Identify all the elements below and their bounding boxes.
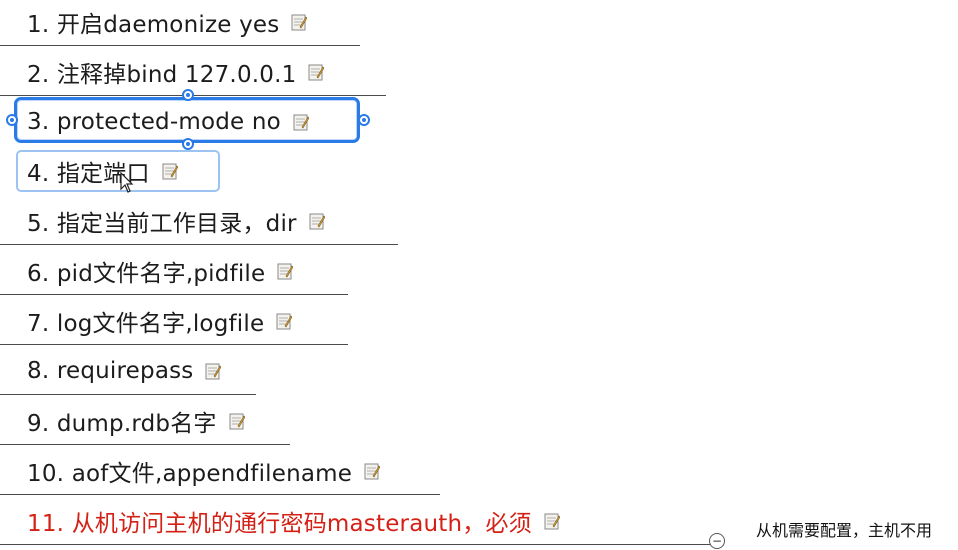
topic-1[interactable]: 1. 开启daemonize yes [0, 0, 360, 46]
note-icon[interactable] [162, 163, 178, 180]
note-icon[interactable] [205, 363, 222, 380]
topic-label: 8. requirepass [27, 358, 194, 384]
note-icon[interactable] [364, 463, 381, 480]
topic-4[interactable]: 4. 指定端口 [0, 147, 220, 195]
topic-label: 11. 从机访问主机的通行密码masterauth，必须 [27, 511, 532, 537]
mouse-pointer-icon [120, 172, 134, 193]
topic-5[interactable]: 5. 指定当前工作目录，dir [0, 197, 398, 245]
topic-10[interactable]: 10. aof文件,appendfilename [0, 447, 440, 495]
note-icon[interactable] [229, 413, 245, 430]
note-icon[interactable] [276, 313, 293, 330]
topic-underline [0, 294, 348, 295]
topic-6[interactable]: 6. pid文件名字,pidfile [0, 247, 348, 295]
topic-3[interactable]: 3. protected-mode no [0, 98, 360, 146]
topic-underline [0, 344, 348, 345]
topic-label: 10. aof文件,appendfilename [27, 461, 353, 487]
topic-label: 1. 开启daemonize yes [27, 12, 280, 38]
subtopic-side-note[interactable]: 从机需要配置，主机不用 [756, 517, 932, 541]
collapse-symbol: − [711, 534, 723, 548]
topic-underline [0, 394, 256, 395]
topic-9[interactable]: 9. dump.rdb名字 [0, 397, 290, 445]
topic-underline [0, 494, 440, 495]
note-icon[interactable] [277, 263, 294, 280]
topic-7[interactable]: 7. log文件名字,logfile [0, 297, 348, 345]
topic-underline [0, 544, 710, 545]
topic-label: 5. 指定当前工作目录，dir [27, 211, 297, 237]
topic-underline [0, 45, 360, 46]
topic-11[interactable]: 11. 从机访问主机的通行密码masterauth，必须 [0, 497, 710, 545]
note-icon[interactable] [544, 513, 560, 530]
topic-2[interactable]: 2. 注释掉bind 127.0.0.1 [0, 48, 386, 96]
topic-underline [0, 244, 398, 245]
topic-label: 9. dump.rdb名字 [27, 411, 217, 437]
note-icon[interactable] [293, 114, 309, 131]
topic-underline [0, 444, 290, 445]
collapse-minus-icon[interactable]: − [709, 533, 725, 549]
note-icon[interactable] [309, 213, 325, 230]
topic-label: 7. log文件名字,logfile [27, 311, 265, 337]
note-icon[interactable] [308, 64, 325, 81]
note-icon[interactable] [291, 14, 308, 31]
mindmap-canvas: 1. 开启daemonize yes 2. 注释掉bind 127.0.0.1 … [0, 0, 958, 550]
topic-label: 6. pid文件名字,pidfile [27, 261, 266, 287]
topic-label: 2. 注释掉bind 127.0.0.1 [27, 62, 297, 88]
topic-8[interactable]: 8. requirepass [0, 347, 256, 395]
topic-label: 3. protected-mode no [27, 109, 281, 135]
